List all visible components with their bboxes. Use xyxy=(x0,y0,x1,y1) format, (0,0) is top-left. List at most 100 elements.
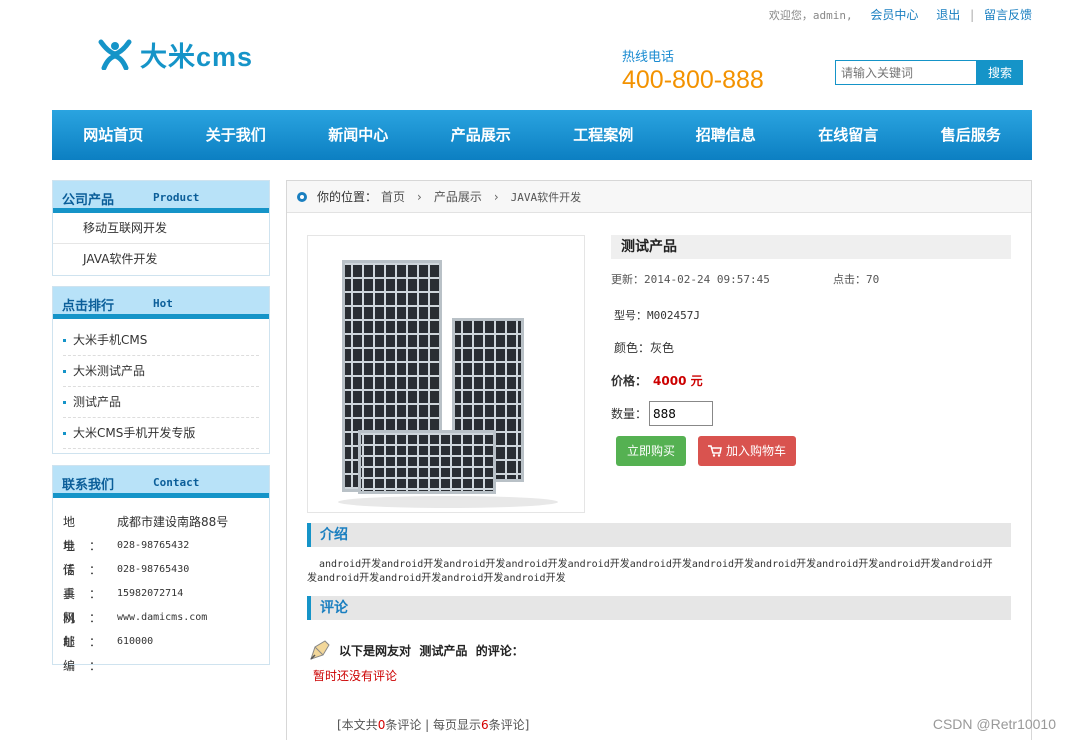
contact-phone: 028-98765432 xyxy=(117,540,190,551)
category-item[interactable]: 移动互联网开发 xyxy=(53,213,269,244)
box-title: 点击排行 xyxy=(62,299,115,314)
product-title: 测试产品 xyxy=(611,235,1011,259)
breadcrumb: 你的位置： 首页 › 产品展示 › JAVA软件开发 xyxy=(287,181,1031,213)
breadcrumb-label: 你的位置： xyxy=(317,190,378,204)
main-content: 你的位置： 首页 › 产品展示 › JAVA软件开发 测试产品 更新：2014-… xyxy=(286,180,1032,740)
contact-mobile: 15982072714 xyxy=(117,588,184,599)
nav-item-news[interactable]: 新闻中心 xyxy=(297,110,420,160)
box-subtitle: Contact xyxy=(153,476,200,489)
nav-item-home[interactable]: 网站首页 xyxy=(52,110,175,160)
comment-heading-product: 测试产品 xyxy=(419,643,468,658)
hot-ranking-box: 点击排行 Hot 大米手机CMS 大米测试产品 测试产品 大米CMS手机开发专版 xyxy=(52,286,270,454)
contact-row: 传真： 028-98765430 xyxy=(63,558,259,601)
comment-pager: [本文共0条评论 | 每页显示6条评论] xyxy=(337,716,529,733)
contact-row: 网址： www.damicms.com xyxy=(63,606,259,649)
pager-text: 条评论] xyxy=(488,718,530,732)
contact-key: 电话： xyxy=(63,539,116,577)
contact-key: 传真： xyxy=(63,563,116,601)
contact-zip: 610000 xyxy=(117,636,154,647)
cart-icon xyxy=(708,445,722,457)
product-meta: 更新：2014-02-24 09:57:45 点击：70 xyxy=(611,271,1011,287)
watermark: CSDN @Retr10010 xyxy=(932,716,1056,732)
nav-item-cases[interactable]: 工程案例 xyxy=(542,110,665,160)
separator: | xyxy=(970,8,975,22)
nav-item-jobs[interactable]: 招聘信息 xyxy=(665,110,788,160)
box-subtitle: Hot xyxy=(153,297,173,310)
action-buttons: 立即购买 加入购物车 xyxy=(616,436,1011,466)
no-comment-text: 暂时还没有评论 xyxy=(313,669,398,683)
product-image[interactable] xyxy=(307,235,585,513)
hot-item[interactable]: 测试产品 xyxy=(63,387,259,418)
hotline-label: 热线电话 xyxy=(622,50,675,65)
add-to-cart-button[interactable]: 加入购物车 xyxy=(698,436,796,466)
hot-item[interactable]: 大米测试产品 xyxy=(63,356,259,387)
contact-key: 邮编： xyxy=(63,635,116,673)
contact-fax: 028-98765430 xyxy=(117,564,190,575)
main-nav: 网站首页 关于我们 新闻中心 产品展示 工程案例 招聘信息 在线留言 售后服务 xyxy=(52,110,1032,160)
quantity-input[interactable] xyxy=(649,401,714,426)
breadcrumb-home[interactable]: 首页 xyxy=(381,188,405,205)
member-center-link[interactable]: 会员中心 xyxy=(870,8,918,22)
quantity-row: 数量： xyxy=(611,401,1011,426)
search-box: 搜索 xyxy=(835,60,1023,85)
pager-text: [本文共 xyxy=(337,718,378,732)
contact-row: 电话： 028-98765432 xyxy=(63,534,259,577)
click-count: 点击：70 xyxy=(833,273,880,286)
comment-heading-text: 以下是网友对 测试产品 的评论： xyxy=(339,642,524,659)
product-color: 颜色：灰色 xyxy=(614,341,675,355)
comment-heading-pre: 以下是网友对 xyxy=(339,643,412,658)
logo-icon xyxy=(98,39,132,70)
buy-now-button[interactable]: 立即购买 xyxy=(616,436,686,466)
hotline: 热线电话 400-800-888 xyxy=(622,46,764,95)
product-category-box: 公司产品 Product 移动互联网开发 JAVA软件开发 xyxy=(52,180,270,276)
logout-link[interactable]: 退出 xyxy=(936,8,960,22)
product-info: 测试产品 更新：2014-02-24 09:57:45 点击：70 型号：M00… xyxy=(611,235,1011,466)
contact-header: 联系我们 Contact xyxy=(53,466,269,498)
hot-item[interactable]: 大米手机CMS xyxy=(63,325,259,356)
nav-item-products[interactable]: 产品展示 xyxy=(420,110,543,160)
comment-heading: 以下是网友对 测试产品 的评论： xyxy=(309,639,524,661)
contact-address: 成都市建设南路88号 xyxy=(117,515,229,529)
comment-heading-post: 的评论： xyxy=(475,643,524,658)
breadcrumb-current[interactable]: JAVA软件开发 xyxy=(511,189,582,205)
category-item[interactable]: JAVA软件开发 xyxy=(53,244,269,275)
location-icon xyxy=(297,191,307,202)
nav-item-message[interactable]: 在线留言 xyxy=(787,110,910,160)
contact-box: 联系我们 Contact 地址： 成都市建设南路88号 电话： 028-987654… xyxy=(52,465,270,673)
hot-list: 大米手机CMS 大米测试产品 测试产品 大米CMS手机开发专版 xyxy=(53,319,269,453)
search-button[interactable]: 搜索 xyxy=(977,60,1023,85)
product-model: 型号：M002457J xyxy=(614,309,700,322)
updated-time: 更新：2014-02-24 09:57:45 xyxy=(611,273,770,286)
top-bar: 欢迎您，admin, 会员中心 退出 | 留言反馈 xyxy=(769,6,1032,23)
breadcrumb-category[interactable]: 产品展示 xyxy=(434,188,482,205)
contact-key: 地址： xyxy=(63,515,116,553)
hot-item[interactable]: 大米CMS手机开发专版 xyxy=(63,418,259,449)
welcome-text: 欢迎您，admin, xyxy=(768,9,853,22)
chevron-right-icon: › xyxy=(417,189,422,204)
contact-row: 地址： 成都市建设南路88号 xyxy=(63,510,259,553)
contact-row: 邮编： 610000 xyxy=(63,630,259,673)
feedback-link[interactable]: 留言反馈 xyxy=(984,8,1032,22)
pager-text: 条评论 | 每页显示 xyxy=(385,718,482,732)
box-title: 公司产品 xyxy=(62,193,115,208)
hot-ranking-header: 点击排行 Hot xyxy=(53,287,269,319)
price-label: 价格： xyxy=(611,374,648,388)
nav-item-about[interactable]: 关于我们 xyxy=(175,110,298,160)
pen-icon xyxy=(310,640,330,660)
search-input[interactable] xyxy=(835,60,977,85)
logo-text: 大米cms xyxy=(140,41,254,72)
nav-item-service[interactable]: 售后服务 xyxy=(910,110,1033,160)
add-to-cart-label: 加入购物车 xyxy=(726,444,787,458)
site-logo[interactable]: 大米cms xyxy=(98,36,253,72)
product-price-row: 价格： 4000 元 xyxy=(611,372,1011,389)
contact-website[interactable]: www.damicms.com xyxy=(117,606,207,630)
intro-text: android开发android开发android开发android开发andr… xyxy=(307,559,993,584)
contact-list: 地址： 成都市建设南路88号 电话： 028-98765432 传真： 028-987… xyxy=(53,498,269,673)
chevron-right-icon: › xyxy=(493,189,499,204)
solar-panel-image xyxy=(338,260,558,508)
intro-section-title: 介绍 xyxy=(307,523,1011,547)
contact-key: 网址： xyxy=(63,611,116,649)
hotline-number: 400-800-888 xyxy=(622,66,764,94)
per-page-count: 6 xyxy=(481,718,489,732)
contact-key: 手机： xyxy=(63,587,116,625)
